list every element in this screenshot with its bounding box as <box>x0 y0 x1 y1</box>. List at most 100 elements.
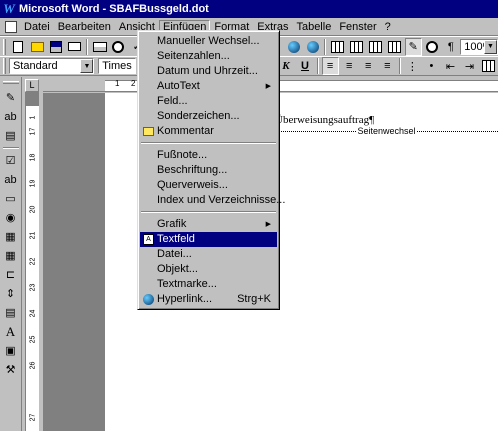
document-map-button[interactable] <box>424 38 441 56</box>
menu-datei[interactable]: Datei <box>20 20 54 34</box>
page-break[interactable]: Seitenwechsel <box>275 126 498 136</box>
increase-indent-icon: ⇥ <box>464 60 475 73</box>
chevron-down-icon[interactable]: ▼ <box>483 39 497 54</box>
menu-bearbeiten[interactable]: Bearbeiten <box>54 20 115 34</box>
menu-item-querverweis[interactable]: Querverweis... <box>140 178 277 193</box>
label-a-icon: A <box>5 323 16 339</box>
hyperlink-toolbar-button[interactable] <box>286 38 303 56</box>
listbox-button[interactable]: ▤ <box>2 304 20 321</box>
tools-button[interactable]: ⚒ <box>2 361 20 378</box>
menu-item-index-verzeichnisse[interactable]: Index und Verzeichnisse... <box>140 193 285 208</box>
drawing-icon: ✎ <box>408 41 418 53</box>
show-hide-button[interactable]: ¶ <box>442 38 459 56</box>
save-button[interactable] <box>48 38 65 56</box>
bullets-button[interactable]: • <box>423 57 440 75</box>
align-left-button[interactable]: ≡ <box>321 57 339 75</box>
italic-button[interactable]: K <box>277 57 294 75</box>
document-icon[interactable] <box>5 20 17 33</box>
frame-button[interactable]: ▦ <box>2 247 20 264</box>
menu-item-autotext[interactable]: AutoText ▶ <box>140 79 277 94</box>
align-right-icon: ≡ <box>365 60 372 72</box>
decrease-indent-button[interactable]: ⇤ <box>442 57 459 75</box>
increase-indent-button[interactable]: ⇥ <box>461 57 478 75</box>
italic-icon: K <box>282 60 290 72</box>
image-button[interactable]: ▣ <box>2 342 20 359</box>
toolbar-separator <box>2 147 19 149</box>
toolbar-separator <box>324 38 327 55</box>
drawing-button[interactable]: ✎ <box>404 37 422 56</box>
ruler-number: 17 <box>29 127 37 136</box>
email-button[interactable] <box>66 38 83 56</box>
printer-icon <box>92 41 107 52</box>
new-document-button[interactable] <box>10 38 27 56</box>
font-select[interactable]: Times Ne <box>98 58 137 74</box>
menu-item-feld[interactable]: Feld... <box>140 94 277 109</box>
tab-selector[interactable]: L <box>25 79 39 92</box>
radio-icon: ◉ <box>5 212 16 224</box>
hyperlink-icon <box>142 293 155 306</box>
dropdown-button[interactable]: ▭ <box>2 190 20 207</box>
menu-tabelle[interactable]: Tabelle <box>292 20 335 34</box>
word-app-icon[interactable]: W <box>2 2 16 16</box>
menu-item-objekt[interactable]: Objekt... <box>140 262 277 277</box>
label-button[interactable]: A <box>2 323 20 340</box>
spinner-icon: ⇕ <box>5 288 16 300</box>
open-button[interactable] <box>29 38 46 56</box>
align-left-icon: ≡ <box>326 60 334 72</box>
zoom-select[interactable]: 100% ▼ <box>460 38 498 55</box>
tables-borders-button[interactable] <box>329 38 346 56</box>
insert-table-button[interactable] <box>348 38 365 56</box>
menu-item-textfeld[interactable]: A Textfeld <box>140 232 277 247</box>
menu-item-kommentar[interactable]: Kommentar <box>140 124 277 139</box>
menu-item-datum-uhrzeit[interactable]: Datum und Uhrzeit... <box>140 64 277 79</box>
toolbar-grip[interactable] <box>2 81 19 84</box>
spinner-button[interactable]: ⇕ <box>2 285 20 302</box>
align-right-button[interactable]: ≡ <box>360 57 377 75</box>
numbering-button[interactable]: ⋮ <box>404 57 421 75</box>
print-preview-button[interactable] <box>110 38 127 56</box>
borders-button[interactable] <box>480 57 497 75</box>
globe-icon <box>288 40 301 53</box>
open-folder-icon <box>30 41 44 52</box>
underline-icon: U <box>301 60 309 72</box>
menu-item-fussnote[interactable]: Fußnote... <box>140 148 277 163</box>
textfield-button[interactable]: ab <box>2 171 20 188</box>
numbering-icon: ⋮ <box>406 60 418 73</box>
menu-item-datei[interactable]: Datei... <box>140 247 277 262</box>
toolbar-grip[interactable] <box>3 58 6 74</box>
insert-excel-button[interactable] <box>367 38 384 56</box>
pilcrow-icon: ¶ <box>447 40 454 53</box>
draw-text-button[interactable]: ab <box>2 108 20 125</box>
checkbox-button[interactable]: ☑ <box>2 152 20 169</box>
toolbar-grip[interactable] <box>3 38 6 55</box>
ruler-number: 27 <box>29 413 37 422</box>
chevron-down-icon[interactable]: ▼ <box>80 59 94 73</box>
underline-button[interactable]: U <box>297 57 314 75</box>
ruler-number: 21 <box>29 231 37 240</box>
menu-help[interactable]: ? <box>381 20 395 34</box>
vertical-ruler[interactable]: 1 17 18 19 20 21 22 23 24 25 26 27 <box>25 92 39 431</box>
menu-item-hyperlink[interactable]: Hyperlink... Strg+K <box>140 292 277 307</box>
web-toolbar-button[interactable] <box>305 38 322 56</box>
menu-fenster[interactable]: Fenster <box>335 20 380 34</box>
table-button[interactable]: ▦ <box>2 228 20 245</box>
document-text[interactable]: Überweisungsauftrag¶ <box>275 114 374 126</box>
draw-select-button[interactable]: ✎ <box>2 89 20 106</box>
menu-separator <box>141 211 276 213</box>
justify-button[interactable]: ≡ <box>379 57 396 75</box>
menu-item-beschriftung[interactable]: Beschriftung... <box>140 163 277 178</box>
align-center-icon: ≡ <box>346 60 353 72</box>
menu-item-seitenzahlen[interactable]: Seitenzahlen... <box>140 49 277 64</box>
print-button[interactable] <box>91 38 108 56</box>
menu-item-manueller-wechsel[interactable]: Manueller Wechsel... <box>140 34 277 49</box>
radio-button[interactable]: ◉ <box>2 209 20 226</box>
textfield-icon: ab <box>4 173 17 186</box>
style-select[interactable]: Standard ▼ <box>8 58 95 74</box>
shading-button[interactable]: ⊏ <box>2 266 20 283</box>
align-center-button[interactable]: ≡ <box>341 57 358 75</box>
menu-item-grafik[interactable]: Grafik ▶ <box>140 217 277 232</box>
columns-button[interactable] <box>386 38 403 56</box>
menu-item-textmarke[interactable]: Textmarke... <box>140 277 277 292</box>
draw-format-button[interactable]: ▤ <box>2 127 20 144</box>
menu-item-sonderzeichen[interactable]: Sonderzeichen... <box>140 109 277 124</box>
